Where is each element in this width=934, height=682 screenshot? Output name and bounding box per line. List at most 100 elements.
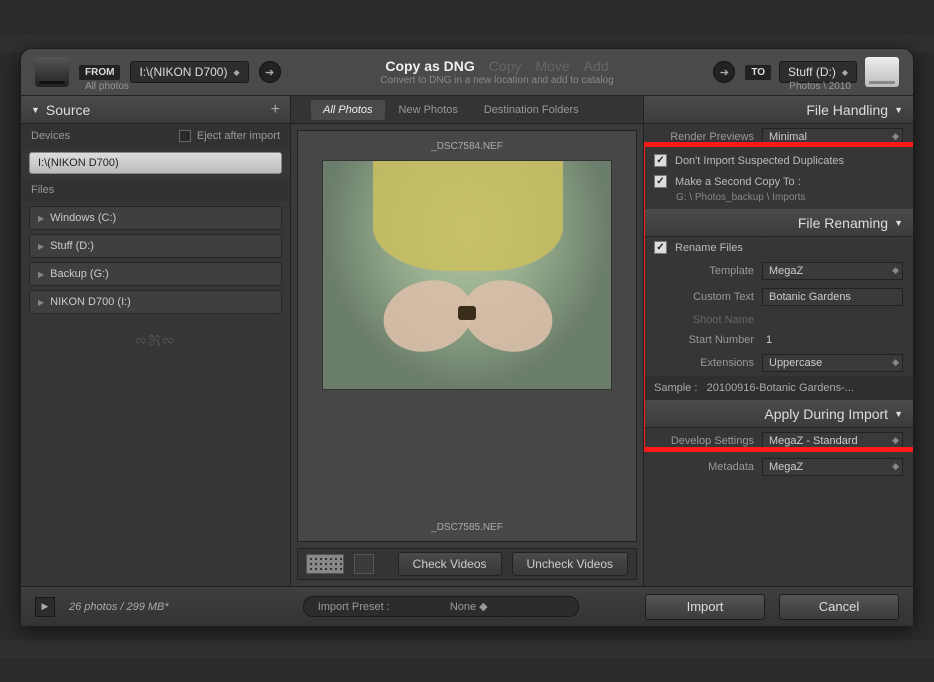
to-path-text: Stuff (D:): [788, 65, 836, 79]
preset-label: Import Preset :: [318, 601, 390, 613]
second-copy-label: Make a Second Copy To :: [675, 176, 801, 188]
to-path-button[interactable]: Stuff (D:) ◆: [779, 61, 857, 83]
source-header-label: Source: [46, 102, 90, 118]
dropdown-icon: ◆: [892, 131, 899, 142]
file-renaming-label: File Renaming: [798, 215, 888, 231]
source-header[interactable]: ▼ Source +: [21, 96, 290, 124]
rename-files-checkbox[interactable]: ✓: [654, 241, 667, 254]
preview-area: All Photos New Photos Destination Folder…: [291, 96, 643, 586]
files-label: Files: [31, 184, 54, 196]
second-copy-path: G: \ Photos_backup \ Imports: [644, 192, 913, 203]
bottom-bar: ▶ 26 photos / 299 MB* Import Preset : No…: [21, 586, 913, 626]
triangle-right-icon: ▶: [38, 214, 44, 223]
triangle-down-icon: ▼: [894, 218, 903, 228]
volume-item[interactable]: ▶NIKON D700 (I:): [29, 290, 282, 314]
selected-device[interactable]: I:\(NIKON D700): [29, 152, 282, 174]
dont-import-duplicates-label: Don't Import Suspected Duplicates: [675, 155, 844, 167]
arrow-right-icon[interactable]: ➔: [713, 61, 735, 83]
thumbnail-grid[interactable]: _DSC7584.NEF _DSC7585.NEF: [297, 130, 637, 542]
rename-files-label: Rename Files: [675, 242, 743, 254]
grid-toolbar: Check Videos Uncheck Videos: [297, 548, 637, 580]
volume-label: Windows (C:): [50, 212, 116, 224]
sample-label: Sample :: [654, 382, 697, 394]
volume-label: Stuff (D:): [50, 240, 94, 252]
sample-row: Sample : 20100916-Botanic Gardens-...: [644, 376, 913, 400]
file-handling-header[interactable]: File Handling ▼: [644, 96, 913, 124]
photo-thumbnail[interactable]: [322, 160, 612, 390]
volume-label: Backup (G:): [50, 268, 109, 280]
dont-import-duplicates-checkbox[interactable]: ✓: [654, 154, 667, 167]
source-drive-icon: [35, 57, 69, 87]
tab-all-photos[interactable]: All Photos: [311, 100, 385, 120]
file-handling-label: File Handling: [806, 102, 888, 118]
mode-description: Convert to DNG in a new location and add…: [291, 75, 704, 86]
eject-checkbox[interactable]: [179, 130, 191, 142]
check-videos-button[interactable]: Check Videos: [398, 552, 502, 576]
to-subtext: Photos \ 2010: [789, 81, 851, 92]
custom-text-input[interactable]: Botanic Gardens: [762, 288, 903, 306]
second-copy-checkbox[interactable]: ✓: [654, 175, 667, 188]
extensions-select[interactable]: Uppercase◆: [762, 354, 903, 372]
from-path-button[interactable]: I:\(NIKON D700) ◆: [130, 61, 248, 83]
develop-settings-value: MegaZ - Standard: [769, 435, 858, 447]
caret-icon: ◆: [842, 68, 848, 77]
files-header: Files: [21, 178, 290, 202]
template-value: MegaZ: [769, 265, 803, 277]
grid-view-icon[interactable]: [306, 554, 344, 574]
triangle-down-icon: ▼: [31, 105, 40, 115]
start-number-label: Start Number: [654, 334, 754, 346]
add-source-icon[interactable]: +: [271, 101, 280, 119]
file-renaming-header[interactable]: File Renaming ▼: [644, 209, 913, 237]
dest-drive-icon: [865, 57, 899, 87]
custom-text-value: Botanic Gardens: [769, 291, 851, 303]
develop-settings-select[interactable]: MegaZ - Standard◆: [762, 432, 903, 450]
volume-item[interactable]: ▶ Backup (G:): [29, 262, 282, 286]
extensions-value: Uppercase: [769, 357, 822, 369]
triangle-right-icon: ▶: [38, 298, 44, 307]
uncheck-videos-button[interactable]: Uncheck Videos: [512, 552, 629, 576]
custom-text-label: Custom Text: [654, 291, 754, 303]
apply-during-import-label: Apply During Import: [764, 406, 888, 422]
triangle-down-icon: ▼: [894, 409, 903, 419]
tab-new-photos[interactable]: New Photos: [387, 100, 470, 120]
mode-move[interactable]: Move: [535, 58, 569, 74]
mode-add[interactable]: Add: [584, 58, 609, 74]
ornament-icon: ∾೫∾: [21, 326, 290, 352]
sort-icon[interactable]: [354, 554, 374, 574]
eject-label: Eject after import: [197, 130, 280, 142]
apply-during-import-header[interactable]: Apply During Import ▼: [644, 400, 913, 428]
mode-copy[interactable]: Copy: [489, 58, 522, 74]
render-previews-select[interactable]: Minimal ◆: [762, 128, 903, 146]
caret-icon: ◆: [233, 68, 239, 77]
render-previews-value: Minimal: [769, 131, 807, 143]
from-tag: FROM: [79, 65, 120, 80]
volume-list: ▶ Windows (C:) ▶ Stuff (D:) ▶ Backup (G:) ▶…: [21, 202, 290, 318]
tab-destination-folders[interactable]: Destination Folders: [472, 100, 591, 120]
metadata-value: MegaZ: [769, 461, 803, 473]
volume-item[interactable]: ▶ Stuff (D:): [29, 234, 282, 258]
triangle-right-icon: ▶: [38, 242, 44, 251]
dropdown-icon: ◆: [892, 265, 899, 276]
source-panel: ▼ Source + Devices Eject after import I:…: [21, 96, 291, 586]
import-preset-selector[interactable]: Import Preset : None ◆: [303, 596, 579, 617]
metadata-select[interactable]: MegaZ ◆: [762, 458, 903, 476]
filename-label: _DSC7585.NEF: [431, 522, 503, 533]
template-select[interactable]: MegaZ ◆: [762, 262, 903, 280]
expand-button[interactable]: ▶: [35, 597, 55, 617]
top-bar: FROM I:\(NIKON D700) ◆ All photos ➔ Copy…: [21, 49, 913, 95]
render-previews-label: Render Previews: [654, 131, 754, 143]
import-button[interactable]: Import: [645, 594, 765, 620]
cancel-button[interactable]: Cancel: [779, 594, 899, 620]
import-dialog: FROM I:\(NIKON D700) ◆ All photos ➔ Copy…: [20, 48, 914, 627]
import-status: 26 photos / 299 MB*: [69, 601, 169, 613]
triangle-right-icon: ▶: [38, 270, 44, 279]
mode-copy-as-dng[interactable]: Copy as DNG: [385, 58, 474, 74]
volume-item[interactable]: ▶ Windows (C:): [29, 206, 282, 230]
extensions-label: Extensions: [654, 357, 754, 369]
develop-settings-label: Develop Settings: [654, 435, 754, 447]
devices-header: Devices Eject after import: [21, 124, 290, 148]
start-number-value[interactable]: 1: [762, 334, 903, 346]
dropdown-icon: ◆: [892, 461, 899, 472]
arrow-right-icon[interactable]: ➔: [259, 61, 281, 83]
import-mode-selector: Copy as DNG Copy Move Add Convert to DNG…: [291, 58, 704, 86]
